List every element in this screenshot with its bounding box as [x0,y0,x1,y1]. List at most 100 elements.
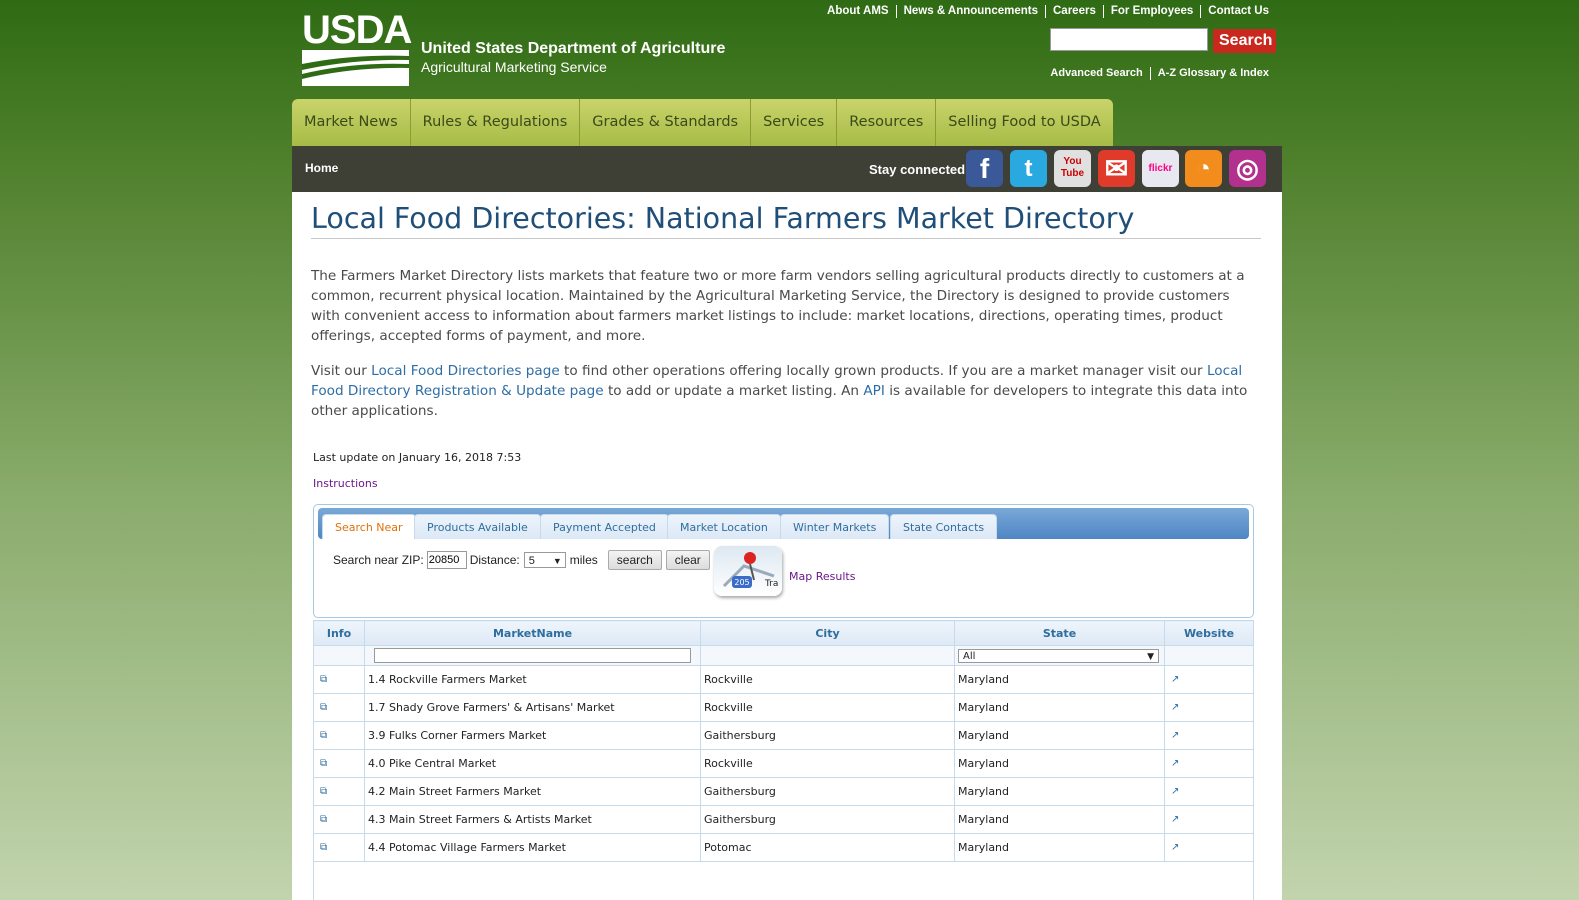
info-icon[interactable]: ⧉ [313,749,365,778]
state-cell: Maryland [954,665,1165,694]
search-tabs: Search Near Products Available Payment A… [318,508,1249,539]
chevron-down-icon: ▼ [1147,651,1154,662]
top-link-about[interactable]: About AMS [820,5,896,18]
table-row: ⧉ 4.3 Main Street Farmers & Artists Marke… [313,805,1254,834]
city-cell: Gaithersburg [700,721,955,750]
visit-text-3: to add or update a market listing. An [603,383,864,399]
top-link-careers[interactable]: Careers [1045,5,1103,18]
col-info[interactable]: Info [313,620,365,646]
facebook-icon[interactable]: f [966,150,1003,187]
nav-resources[interactable]: Resources [837,99,937,146]
api-link[interactable]: API [863,383,885,399]
state-cell: Maryland [954,749,1165,778]
chevron-down-icon: ▼ [552,556,562,566]
results-table: Info MarketName City State Website All ▼ … [313,620,1254,862]
tab-winter-markets[interactable]: Winter Markets [780,514,890,539]
nav-grades-standards[interactable]: Grades & Standards [580,99,752,146]
tab-search-near[interactable]: Search Near [322,514,416,539]
nav-services[interactable]: Services [751,99,838,146]
tab-products-available[interactable]: Products Available [414,514,541,539]
external-link-icon[interactable]: ↗ [1164,665,1254,694]
map-results-icon[interactable]: 205 Tra [714,546,782,596]
state-cell: Maryland [954,721,1165,750]
tab-state-contacts[interactable]: State Contacts [890,514,998,539]
table-row: ⧉ 1.7 Shady Grove Farmers' & Artisans' Ma… [313,693,1254,722]
agency-title: United States Department of Agriculture [421,40,726,57]
col-marketname[interactable]: MarketName [364,620,701,646]
tab-payment-accepted[interactable]: Payment Accepted [540,514,669,539]
twitter-icon[interactable]: t [1010,150,1047,187]
miles-label: miles [569,553,598,567]
email-icon[interactable]: ✉ [1098,150,1135,187]
external-link-icon[interactable]: ↗ [1164,749,1254,778]
visit-text-1: Visit our [311,363,372,379]
external-link-icon[interactable]: ↗ [1164,777,1254,806]
site-search-input[interactable] [1050,28,1208,51]
external-link-icon[interactable]: ↗ [1164,833,1254,862]
marketname-filter-input[interactable] [374,648,691,663]
usda-logo[interactable]: USDA [302,8,412,86]
clear-button[interactable]: clear [665,550,710,570]
filter-empty [1164,645,1254,666]
top-link-employees[interactable]: For Employees [1102,5,1200,18]
page-title: Local Food Directories: National Farmers… [311,202,1261,239]
main-nav: Market News Rules & Regulations Grades &… [292,99,1113,146]
visit-text-2: to find other operations offering locall… [559,363,1207,379]
distance-select[interactable]: 5 ▼ [523,552,566,568]
logo-swoosh-icon [302,50,409,86]
instructions-link[interactable]: Instructions [313,477,378,490]
external-link-icon[interactable]: ↗ [1164,721,1254,750]
info-icon[interactable]: ⧉ [313,805,365,834]
table-row: ⧉ 4.4 Potomac Village Farmers Market Potom… [313,833,1254,862]
local-food-directories-link[interactable]: Local Food Directories page [371,363,560,379]
info-icon[interactable]: ⧉ [313,665,365,694]
info-icon[interactable]: ⧉ [313,777,365,806]
city-cell: Rockville [700,693,955,722]
info-icon[interactable]: ⧉ [313,833,365,862]
table-row: ⧉ 4.2 Main Street Farmers Market Gaithersb… [313,777,1254,806]
state-filter-select[interactable]: All ▼ [958,648,1159,663]
zip-input[interactable] [426,551,467,569]
filter-state-cell: All ▼ [954,645,1165,666]
instagram-icon[interactable]: ◎ [1229,150,1266,187]
search-near-form: Search near ZIP: Distance: 5▼ miles sear… [333,550,710,570]
nav-rules-regulations[interactable]: Rules & Regulations [411,99,581,146]
col-state[interactable]: State [954,620,1165,646]
top-link-news[interactable]: News & Announcements [895,5,1045,18]
map-results-link[interactable]: Map Results [789,570,855,583]
external-link-icon[interactable]: ↗ [1164,693,1254,722]
search-sub-links: Advanced Search A-Z Glossary & Index [1043,67,1276,80]
search-button[interactable]: search [607,550,662,570]
logo-text: USDA [302,8,412,52]
filter-city-cell [700,645,955,666]
nav-market-news[interactable]: Market News [292,99,411,146]
site-search-button[interactable]: Search [1213,29,1276,53]
top-link-contact[interactable]: Contact Us [1200,5,1276,18]
market-name-cell: 4.4 Potomac Village Farmers Market [364,833,701,862]
flickr-icon[interactable]: flickr [1142,150,1179,187]
top-links: About AMS News & Announcements Careers F… [820,5,1276,18]
tab-market-location[interactable]: Market Location [667,514,781,539]
info-icon[interactable]: ⧉ [313,721,365,750]
table-header-row: Info MarketName City State Website [313,620,1254,646]
col-website[interactable]: Website [1164,620,1254,646]
visit-paragraph: Visit our Local Food Directories page to… [311,361,1261,421]
breadcrumb-home[interactable]: Home [305,161,338,175]
col-city[interactable]: City [700,620,955,646]
state-cell: Maryland [954,833,1165,862]
market-name-cell: 1.7 Shady Grove Farmers' & Artisans' Mar… [364,693,701,722]
map-badge-text: 205 [734,578,749,587]
breadcrumb-bar: Home Stay connected: f t You Tube ✉ flic… [292,146,1282,192]
main-content: Local Food Directories: National Farmers… [292,192,1282,900]
rss-icon[interactable]: ◔ [1185,150,1222,187]
glossary-link[interactable]: A-Z Glossary & Index [1149,67,1276,80]
state-cell: Maryland [954,693,1165,722]
external-link-icon[interactable]: ↗ [1164,805,1254,834]
info-icon[interactable]: ⧉ [313,693,365,722]
youtube-icon[interactable]: You Tube [1054,150,1091,187]
table-row: ⧉ 1.4 Rockville Farmers Market Rockville Ma… [313,665,1254,694]
nav-selling-food[interactable]: Selling Food to USDA [936,99,1112,146]
page-wrapper: USDA United States Department of Agricul… [292,0,1282,900]
advanced-search-link[interactable]: Advanced Search [1043,67,1149,80]
state-cell: Maryland [954,805,1165,834]
